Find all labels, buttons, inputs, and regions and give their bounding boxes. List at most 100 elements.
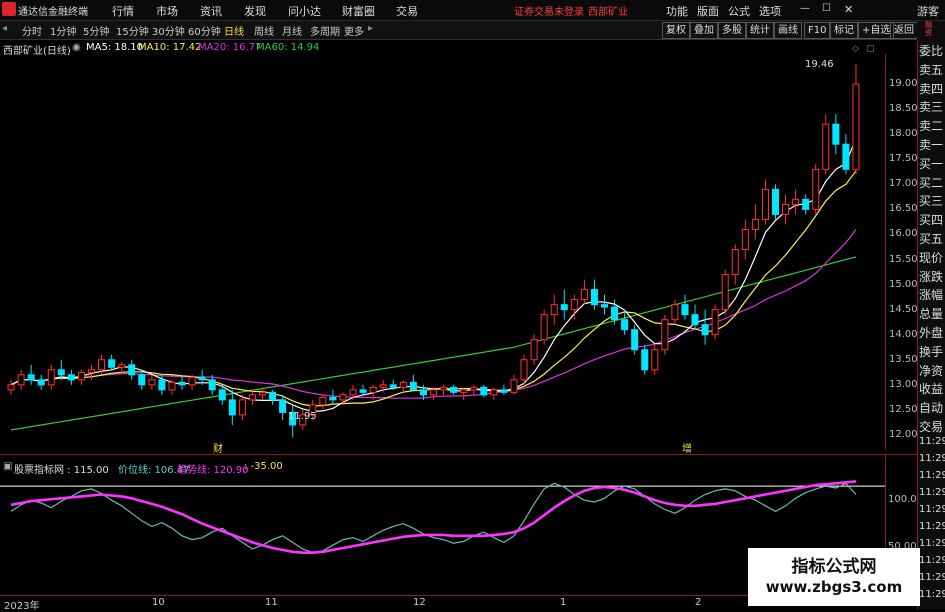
indicator-tick-label: 100.0 <box>888 494 917 506</box>
candle-body <box>520 359 528 381</box>
sidebar-item[interactable]: 净资 <box>919 362 945 379</box>
guest-user[interactable]: 游客 <box>917 3 939 19</box>
period-5min[interactable]: 5分钟 <box>83 23 109 38</box>
candle-body <box>27 374 35 381</box>
period-weekly[interactable]: 周线 <box>254 23 274 38</box>
huaxian-button[interactable]: 画线 <box>774 22 802 39</box>
price-tick-label: 15.50 <box>889 253 918 265</box>
duogu-button[interactable]: 多股 <box>718 22 746 39</box>
login-notice[interactable]: 证券交易未登录 <box>514 3 584 18</box>
menu-zixun[interactable]: 资讯 <box>200 3 222 19</box>
sidebar-item[interactable]: 收益 <box>919 380 945 397</box>
title-bar: 通达信金融终端 行情 市场 资讯 发现 问小达 财富圈 交易 证券交易未登录 西… <box>0 0 945 21</box>
tongji-button[interactable]: 统计 <box>746 22 774 39</box>
sidebar-item[interactable]: 买二 <box>919 174 945 191</box>
ma20-line <box>10 229 857 399</box>
sidebar-time: 11:29 <box>919 589 945 600</box>
candle-body <box>118 364 126 368</box>
candlestick-chart[interactable] <box>0 54 885 450</box>
sidebar-item[interactable]: 买五 <box>919 230 945 247</box>
period-30min[interactable]: 30分钟 <box>152 23 185 38</box>
sidebar-item[interactable]: 卖三 <box>919 98 945 115</box>
sidebar-item[interactable]: 委比 <box>919 42 945 59</box>
close-button[interactable]: ✕ <box>844 3 853 16</box>
add-watchlist-button[interactable]: +自选 <box>858 22 895 39</box>
more-arrow-icon[interactable]: ▸ <box>368 23 373 34</box>
window-icon[interactable]: ▢ <box>866 44 875 54</box>
candle-body <box>611 306 619 321</box>
candle-body <box>128 364 136 376</box>
diejia-button[interactable]: 叠加 <box>690 22 718 39</box>
candle-body <box>269 391 277 401</box>
app-logo-icon <box>2 2 16 16</box>
sidebar-item[interactable]: 卖五 <box>919 61 945 78</box>
event-marker-cai[interactable]: 财 <box>213 440 223 455</box>
sidebar-item[interactable]: 总量 <box>919 305 945 322</box>
menu-gongneng[interactable]: 功能 <box>666 3 688 19</box>
sidebar-item[interactable]: 涨幅 <box>919 286 945 303</box>
settings-circle-icon[interactable]: ◉ <box>72 42 81 53</box>
sidebar-item[interactable]: 卖二 <box>919 117 945 134</box>
sidebar-item[interactable]: 买三 <box>919 192 945 209</box>
sidebar-item[interactable]: 换手 <box>919 343 945 360</box>
candle-body <box>279 399 287 413</box>
candle-body <box>37 379 45 386</box>
price-tick-label: 16.00 <box>889 228 918 240</box>
sidebar-item[interactable]: 卖四 <box>919 80 945 97</box>
candle-body <box>369 386 377 393</box>
sidebar-time: 11:29 <box>919 538 945 549</box>
period-more[interactable]: 更多 <box>344 23 364 38</box>
event-marker-zeng[interactable]: 增 <box>682 440 692 455</box>
watermark-title: 指标公式网 <box>791 557 877 577</box>
candle-body <box>87 369 96 373</box>
sidebar-item[interactable]: 现价 <box>919 249 945 266</box>
menu-gongshi[interactable]: 公式 <box>728 3 750 19</box>
period-15min[interactable]: 15分钟 <box>116 23 149 38</box>
candle-body <box>731 248 739 276</box>
candle-body <box>419 389 427 396</box>
menu-faxian[interactable]: 发现 <box>244 3 266 19</box>
period-daily[interactable]: 日线 <box>224 23 244 38</box>
candle-body <box>208 379 216 391</box>
f10-button[interactable]: F10 <box>804 22 831 39</box>
minimize-button[interactable]: — <box>800 3 810 14</box>
biaoji-button[interactable]: 标记 <box>830 22 858 39</box>
period-monthly[interactable]: 月线 <box>282 23 302 38</box>
menu-banmian[interactable]: 版面 <box>697 3 719 19</box>
left-arrow-icon[interactable]: ◂ <box>2 23 7 34</box>
candle-body <box>681 304 689 316</box>
price-tick-label: 18.00 <box>889 128 918 140</box>
sidebar-item[interactable]: 涨跌 <box>919 268 945 285</box>
sidebar-item[interactable]: 买四 <box>919 211 945 228</box>
stock-name-title: 西部矿业 <box>588 7 628 18</box>
menu-hangqing[interactable]: 行情 <box>112 3 134 19</box>
menu-xuanxiang[interactable]: 选项 <box>759 3 781 19</box>
sidebar-item[interactable]: 卖一 <box>919 136 945 153</box>
sidebar-item[interactable]: 交易 <box>919 418 945 435</box>
period-1min[interactable]: 1分钟 <box>50 23 76 38</box>
sidebar-item[interactable]: 买一 <box>919 155 945 172</box>
menu-jiaoyi[interactable]: 交易 <box>396 3 418 19</box>
sidebar-item[interactable]: 外盘 <box>919 324 945 341</box>
menu-shichang[interactable]: 市场 <box>156 3 178 19</box>
back-button[interactable]: 返回 <box>890 22 918 39</box>
candle-body <box>580 289 588 301</box>
restore-button[interactable]: ☐ <box>822 3 831 14</box>
indicator-icon[interactable]: ▣ <box>3 461 12 472</box>
sidebar-header: 融资 <box>917 21 945 40</box>
menu-caifuquan[interactable]: 财富圈 <box>342 3 375 19</box>
sidebar-item[interactable]: 自动 <box>919 399 945 416</box>
menu-wenxiaoda[interactable]: 问小达 <box>288 3 321 19</box>
period-fenshi[interactable]: 分时 <box>22 23 42 38</box>
sidebar-time: 11:29 <box>919 470 945 481</box>
period-multi[interactable]: 多周期 <box>310 23 340 38</box>
sidebar-time: 11:29 <box>919 487 945 498</box>
candle-body <box>47 369 55 386</box>
fuquan-button[interactable]: 复权 <box>662 22 690 39</box>
low-price-label: 11.95 <box>288 411 317 422</box>
candle-body <box>319 396 327 406</box>
period-60min[interactable]: 60分钟 <box>188 23 221 38</box>
candle-body <box>77 371 85 381</box>
candle-body <box>590 289 598 306</box>
candle-body <box>701 324 709 336</box>
